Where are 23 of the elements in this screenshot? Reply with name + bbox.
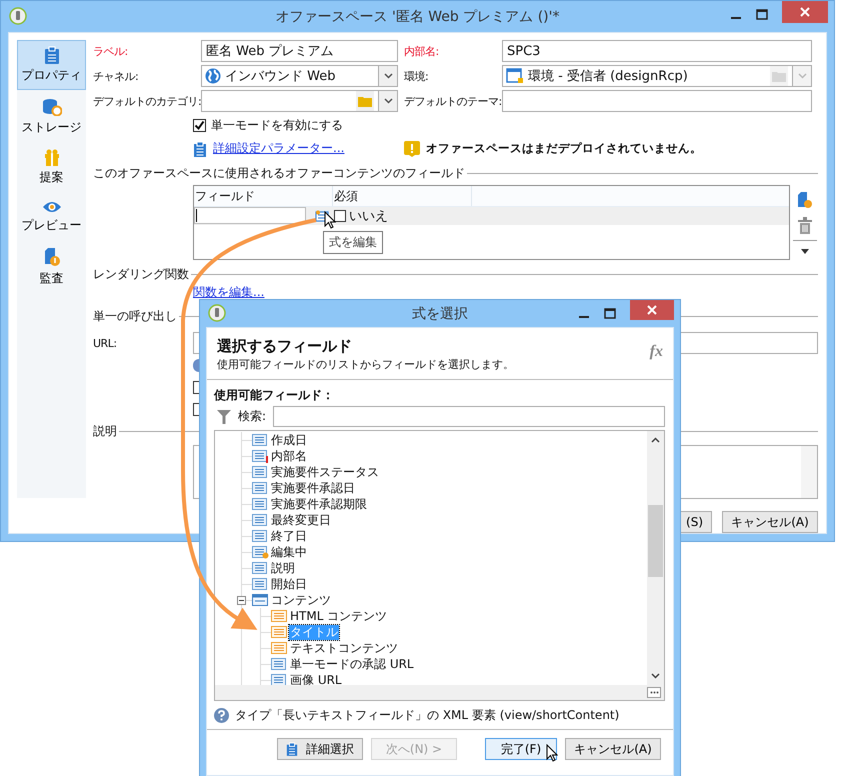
list-label: 使用可能フィールド： xyxy=(214,387,335,403)
window-title: オファースペース '匿名 Web プレミアム ()'* xyxy=(274,8,560,26)
tooltip: 式を編集 xyxy=(323,231,383,254)
section-title: 単一の呼び出し xyxy=(93,308,177,325)
field-label: デフォルトのカテゴリ: xyxy=(93,94,201,108)
field-label: 環境: xyxy=(404,68,430,84)
checkbox-label: 単一モードを有効にする xyxy=(211,116,343,134)
window-title: 式を選択 xyxy=(411,304,469,322)
section-title: 説明 xyxy=(93,422,117,440)
field-label: ラベル: xyxy=(93,44,129,58)
search-label: 検索: xyxy=(238,408,266,425)
section-title: このオファースペースに使用されるオファーコンテンツのフィールド xyxy=(93,165,465,182)
table-cell-text: いいえ xyxy=(349,208,388,225)
function-icon: fx xyxy=(650,343,663,373)
section-title: レンダリング関数 xyxy=(93,266,189,284)
field-label: チャネル: xyxy=(93,68,140,84)
field-label: 内部名: xyxy=(404,44,440,58)
help-text: タイプ「長いテキストフィールド」の XML 要素 (view/shortContent) xyxy=(235,706,620,724)
field-label: URL: xyxy=(93,336,118,350)
warning-message: オファースペースはまだデプロイされていません。 xyxy=(426,141,702,156)
dialog-heading: 選択するフィールド xyxy=(217,337,353,356)
dialog-subtitle: 使用可能フィールドのリストからフィールドを選択します。 xyxy=(217,357,514,372)
field-label: デフォルトのテーマ: xyxy=(404,94,502,108)
